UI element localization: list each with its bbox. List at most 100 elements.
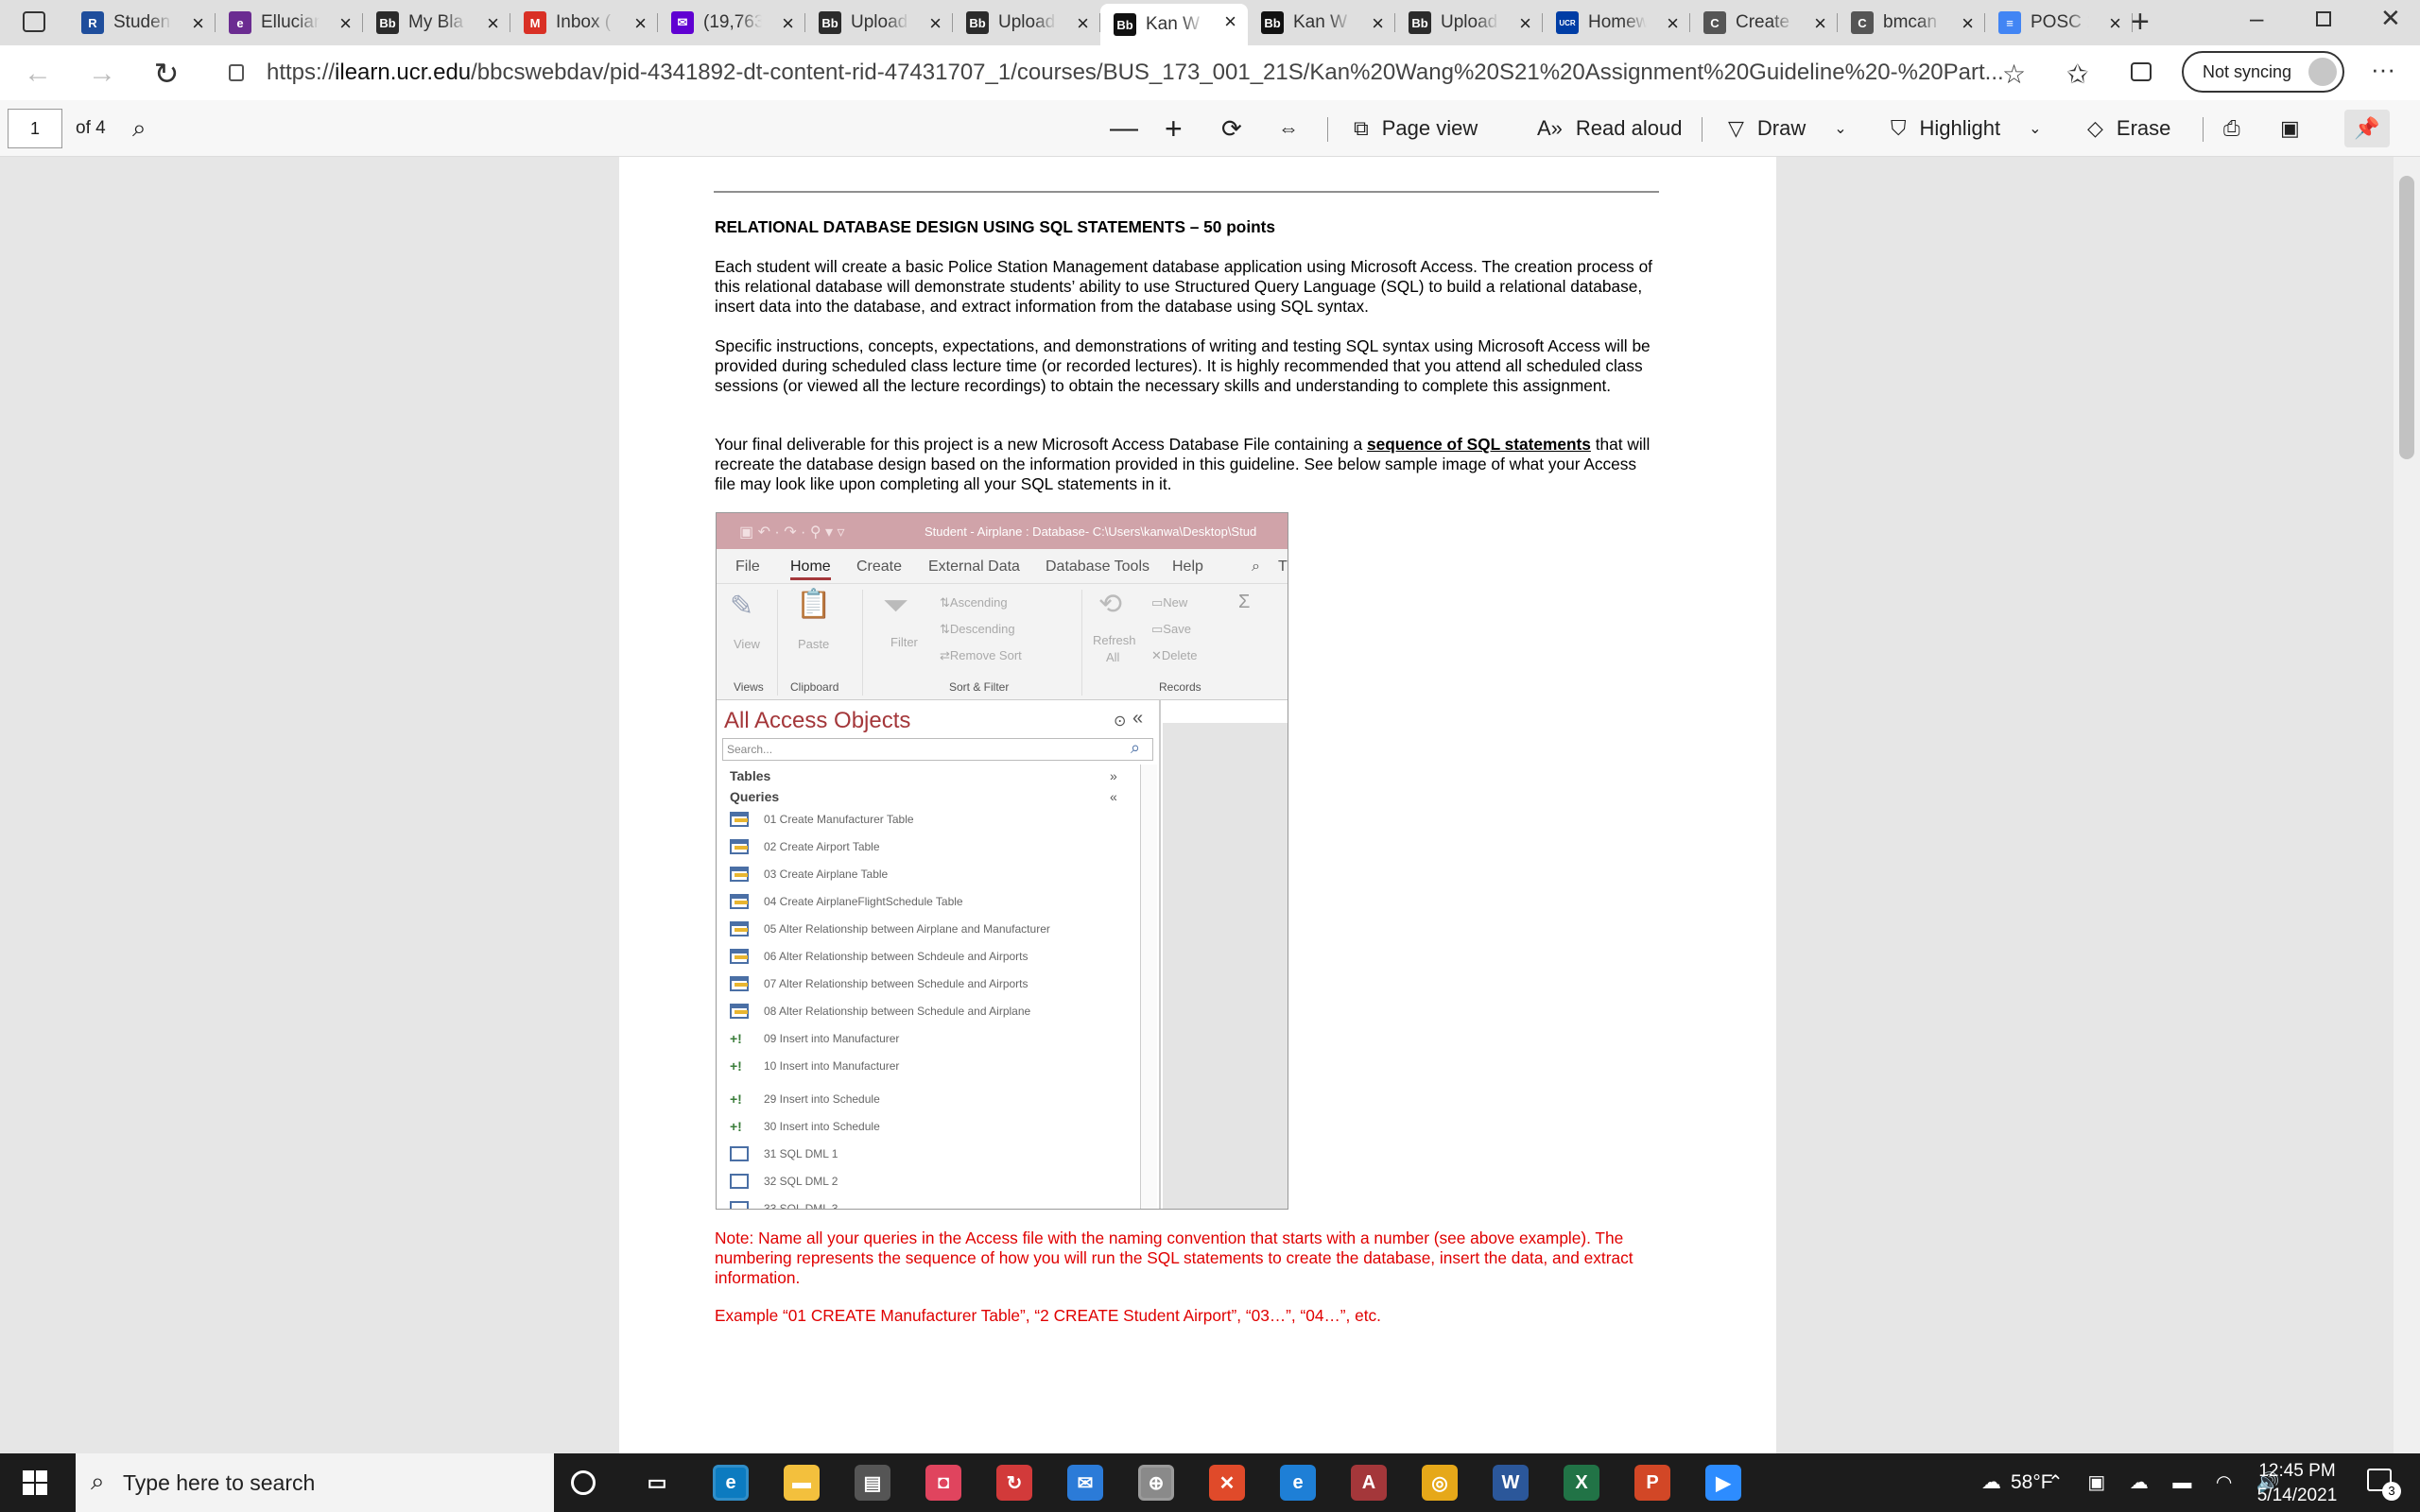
word-icon[interactable]: W: [1493, 1465, 1529, 1501]
collections-icon[interactable]: [2131, 62, 2152, 81]
store-icon[interactable]: ▤: [855, 1465, 890, 1501]
tab-actions-icon[interactable]: [23, 11, 45, 32]
refresh-icon[interactable]: ↻: [147, 55, 185, 93]
zoom-icon[interactable]: ▶: [1705, 1465, 1741, 1501]
tab-2[interactable]: e Ellucian ×: [216, 6, 363, 40]
read-aloud-button[interactable]: A» Read aloud: [1537, 110, 1682, 147]
fit-width-icon[interactable]: ⇔: [1278, 110, 1299, 147]
query-item: 05 Alter Relationship between Airplane a…: [730, 919, 1050, 938]
tab-11[interactable]: UCR Homew ×: [1543, 6, 1690, 40]
favorites-icon[interactable]: ✩: [2066, 59, 2088, 90]
viewer-scrollbar[interactable]: [2394, 157, 2420, 1453]
internet-explorer-icon[interactable]: e: [1280, 1465, 1316, 1501]
tab-13[interactable]: Cbmcan ×: [1838, 6, 1985, 40]
close-tab-icon[interactable]: ×: [1962, 11, 1974, 36]
close-tab-icon[interactable]: ×: [1519, 11, 1531, 36]
tab-4[interactable]: M Inbox (×: [510, 6, 658, 40]
new-tab-icon[interactable]: +: [2131, 4, 2150, 41]
page-number-input[interactable]: 1: [8, 109, 62, 148]
access-title: Student - Airplane : Database- C:\Users\…: [925, 524, 1257, 539]
zoom-in-icon[interactable]: +: [1165, 110, 1183, 147]
tab-9[interactable]: Bb Kan W ×: [1248, 6, 1395, 40]
excel-icon[interactable]: X: [1564, 1465, 1599, 1501]
weather-widget[interactable]: ☁ 58°F: [1981, 1470, 2053, 1494]
close-tab-icon[interactable]: ×: [929, 11, 942, 36]
more-menu-icon[interactable]: ···: [2371, 55, 2395, 84]
tab-8[interactable]: Bb Kan W ×: [1100, 4, 1248, 45]
close-tab-icon[interactable]: ×: [634, 11, 647, 36]
close-tab-icon[interactable]: ×: [1667, 11, 1679, 36]
page-view-button[interactable]: ⧉ Page view: [1354, 110, 1478, 147]
task-view-icon[interactable]: ▭: [639, 1465, 675, 1501]
close-tab-icon[interactable]: ×: [782, 11, 794, 36]
tab-6[interactable]: Bb Upload ×: [805, 6, 953, 40]
forward-icon[interactable]: →: [83, 55, 121, 93]
pin-toolbar-icon[interactable]: 📌: [2344, 110, 2390, 147]
query-item: 03 Create Airplane Table: [730, 865, 888, 884]
scrollbar-thumb[interactable]: [2399, 176, 2414, 459]
close-tab-icon[interactable]: ×: [1372, 11, 1384, 36]
query-label: 29 Insert into Schedule: [764, 1092, 880, 1106]
url-field[interactable]: https://ilearn.ucr.edu/bbcswebdav/pid-43…: [210, 53, 2006, 93]
erase-button[interactable]: ◇ Erase: [2087, 110, 2170, 147]
new-record-item: ▭ New: [1151, 595, 1188, 610]
query-label: 30 Insert into Schedule: [764, 1120, 880, 1133]
app-sync-icon[interactable]: ↻: [996, 1465, 1032, 1501]
access-icon[interactable]: A: [1351, 1465, 1387, 1501]
restore-icon[interactable]: [2316, 11, 2331, 26]
draw-button[interactable]: ▽ Draw ⌄: [1728, 110, 1847, 147]
print-icon[interactable]: ⎙: [2223, 110, 2240, 147]
network-app-icon[interactable]: ⊕: [1138, 1465, 1174, 1501]
powerpoint-icon[interactable]: P: [1634, 1465, 1670, 1501]
app-icon[interactable]: ◘: [925, 1465, 961, 1501]
close-tab-icon[interactable]: ×: [1077, 11, 1089, 36]
minimize-icon[interactable]: –: [2250, 4, 2263, 33]
zoom-out-icon[interactable]: —: [1110, 110, 1138, 147]
tab-3[interactable]: Bb My Bla ×: [363, 6, 510, 40]
highlight-button[interactable]: ⛉ Highlight ⌄: [1891, 110, 2042, 147]
close-tab-icon[interactable]: ×: [339, 11, 352, 36]
chevron-down-icon[interactable]: ⌄: [2029, 119, 2041, 138]
back-icon[interactable]: ←: [19, 55, 57, 93]
mail-icon[interactable]: ✉: [1067, 1465, 1103, 1501]
nav-scrollbar: [1140, 765, 1157, 1209]
tab-10[interactable]: Bb Upload ×: [1395, 6, 1543, 40]
sync-button[interactable]: Not syncing: [2182, 51, 2344, 93]
search-icon[interactable]: ⌕: [132, 110, 147, 147]
select-query-icon: [730, 1201, 749, 1209]
tab-5[interactable]: ✉ (19,763 ×: [658, 6, 805, 40]
edge-icon[interactable]: e: [713, 1465, 749, 1501]
file-explorer-icon[interactable]: ▬: [784, 1465, 820, 1501]
descending-item: ⇅ Descending: [940, 622, 1015, 636]
cortana-icon[interactable]: [571, 1470, 596, 1495]
rotate-icon[interactable]: ⟳: [1221, 110, 1242, 147]
windows-start-icon[interactable]: [23, 1470, 47, 1495]
query-item: 08 Alter Relationship between Schedule a…: [730, 1002, 1030, 1021]
tab-1[interactable]: R Studen ×: [68, 6, 216, 40]
filter-icon: ⏷: [883, 588, 909, 624]
tab-12[interactable]: C Create ×: [1690, 6, 1838, 40]
tab-14[interactable]: ≡ POSC 1 ×: [1985, 6, 2133, 40]
close-tab-icon[interactable]: ×: [1224, 9, 1236, 34]
tab-7[interactable]: Bb Upload ×: [953, 6, 1100, 40]
taskbar-clock[interactable]: 12:45 PM 5/14/2021: [2240, 1459, 2354, 1508]
weather-temp: 58°F: [2011, 1471, 2053, 1493]
close-tab-icon[interactable]: ×: [192, 11, 204, 36]
new-label: New: [1163, 595, 1188, 610]
tab-label: (19,763: [703, 12, 762, 32]
save-icon[interactable]: ▣: [2280, 110, 2300, 147]
erase-label: Erase: [2116, 116, 2171, 140]
close-tab-icon[interactable]: ×: [487, 11, 499, 36]
close-window-icon[interactable]: ✕: [2380, 4, 2401, 33]
taskbar-search-field[interactable]: ⌕ Type here to search: [76, 1453, 554, 1512]
close-app-icon[interactable]: ✕: [1209, 1465, 1245, 1501]
access-menu-bar: File Home Create External Data Database Tool…: [717, 549, 1288, 583]
chevron-down-icon[interactable]: ⌄: [1834, 119, 1846, 138]
lock-icon[interactable]: [229, 64, 244, 81]
close-tab-icon[interactable]: ×: [1814, 11, 1826, 36]
close-tab-icon[interactable]: ×: [2109, 11, 2121, 36]
tab-favicon-icon: Bb: [1409, 11, 1431, 34]
data-definition-query-icon: [730, 812, 749, 827]
chrome-icon[interactable]: ◎: [1422, 1465, 1458, 1501]
favorites-add-icon[interactable]: ☆: [2002, 59, 2026, 90]
